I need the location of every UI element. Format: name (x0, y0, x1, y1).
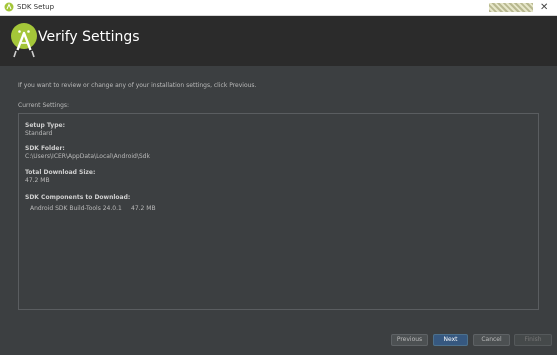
component-size: 47.2 MB (131, 205, 156, 212)
title-bar-decoration (489, 3, 533, 12)
close-icon[interactable]: ✕ (540, 1, 548, 14)
cancel-button[interactable]: Cancel (473, 334, 510, 346)
component-name: Android SDK Build-Tools 24.0.1 (30, 205, 122, 212)
header-banner: Verify Settings (0, 16, 557, 66)
settings-summary-panel: Setup Type: Standard SDK Folder: C:\User… (18, 113, 539, 310)
download-size-value: 47.2 MB (25, 177, 50, 184)
sdk-folder-label: SDK Folder: (25, 145, 65, 152)
finish-button[interactable]: Finish (514, 334, 552, 346)
android-studio-icon (4, 2, 14, 12)
setup-type-label: Setup Type: (25, 122, 65, 129)
intro-text: If you want to review or change any of y… (18, 82, 257, 89)
components-label: SDK Components to Download: (25, 194, 131, 201)
previous-button[interactable]: Previous (391, 334, 428, 346)
window-title: SDK Setup (17, 3, 55, 11)
sdk-folder-value: C:\Users\ICER\AppData\Local\Android\Sdk (25, 153, 150, 160)
current-settings-label: Current Settings: (18, 102, 70, 109)
download-size-label: Total Download Size: (25, 169, 96, 176)
next-button[interactable]: Next (433, 334, 468, 346)
setup-type-value: Standard (25, 130, 53, 137)
title-bar: SDK Setup ✕ (0, 0, 557, 16)
android-studio-logo-icon (11, 23, 37, 58)
page-title: Verify Settings (38, 29, 140, 45)
